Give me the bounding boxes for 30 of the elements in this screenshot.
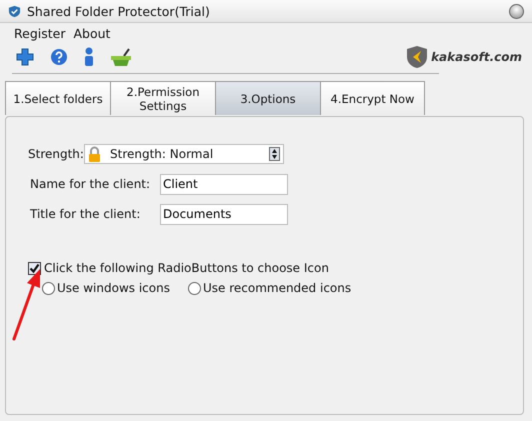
field-label: Title for the client: (30, 207, 142, 221)
basket-icon[interactable] (110, 47, 132, 67)
radio-button[interactable] (42, 282, 55, 294)
shield-icon (8, 4, 21, 18)
tab[interactable]: 4.Encrypt Now (320, 81, 425, 115)
spinner-icon[interactable] (269, 147, 280, 161)
text-field[interactable]: Client (160, 174, 288, 194)
add-icon[interactable] (15, 47, 35, 67)
radio-label: Use recommended icons (202, 281, 352, 295)
logo-icon (406, 45, 428, 69)
padlock-icon (88, 146, 101, 162)
window-title: Shared Folder Protector(Trial) (27, 4, 211, 18)
tab[interactable]: 1.Select folders (5, 81, 110, 115)
menu-item[interactable]: Register (14, 26, 66, 40)
window-button[interactable] (509, 4, 524, 18)
brand-name: kakasoft.com (431, 50, 522, 64)
radio-button[interactable] (188, 282, 201, 294)
checkmark-icon (29, 262, 40, 274)
info-icon[interactable] (83, 47, 95, 67)
strength-dropdown[interactable]: Strength: Normal (84, 144, 284, 164)
checkbox-label: Click the following RadioButtons to choose Icon (44, 261, 329, 275)
checkbox[interactable] (28, 262, 41, 274)
text-field[interactable]: Documents (160, 204, 288, 224)
menu-item[interactable]: About (73, 26, 110, 40)
help-icon[interactable] (50, 48, 68, 66)
field-label: Name for the client: (30, 177, 152, 191)
tab[interactable]: 3.Options (215, 81, 320, 115)
radio-label: Use windows icons (57, 281, 170, 295)
tab[interactable]: 2.Permission Settings (110, 81, 215, 115)
field-label: Strength: (28, 147, 84, 161)
